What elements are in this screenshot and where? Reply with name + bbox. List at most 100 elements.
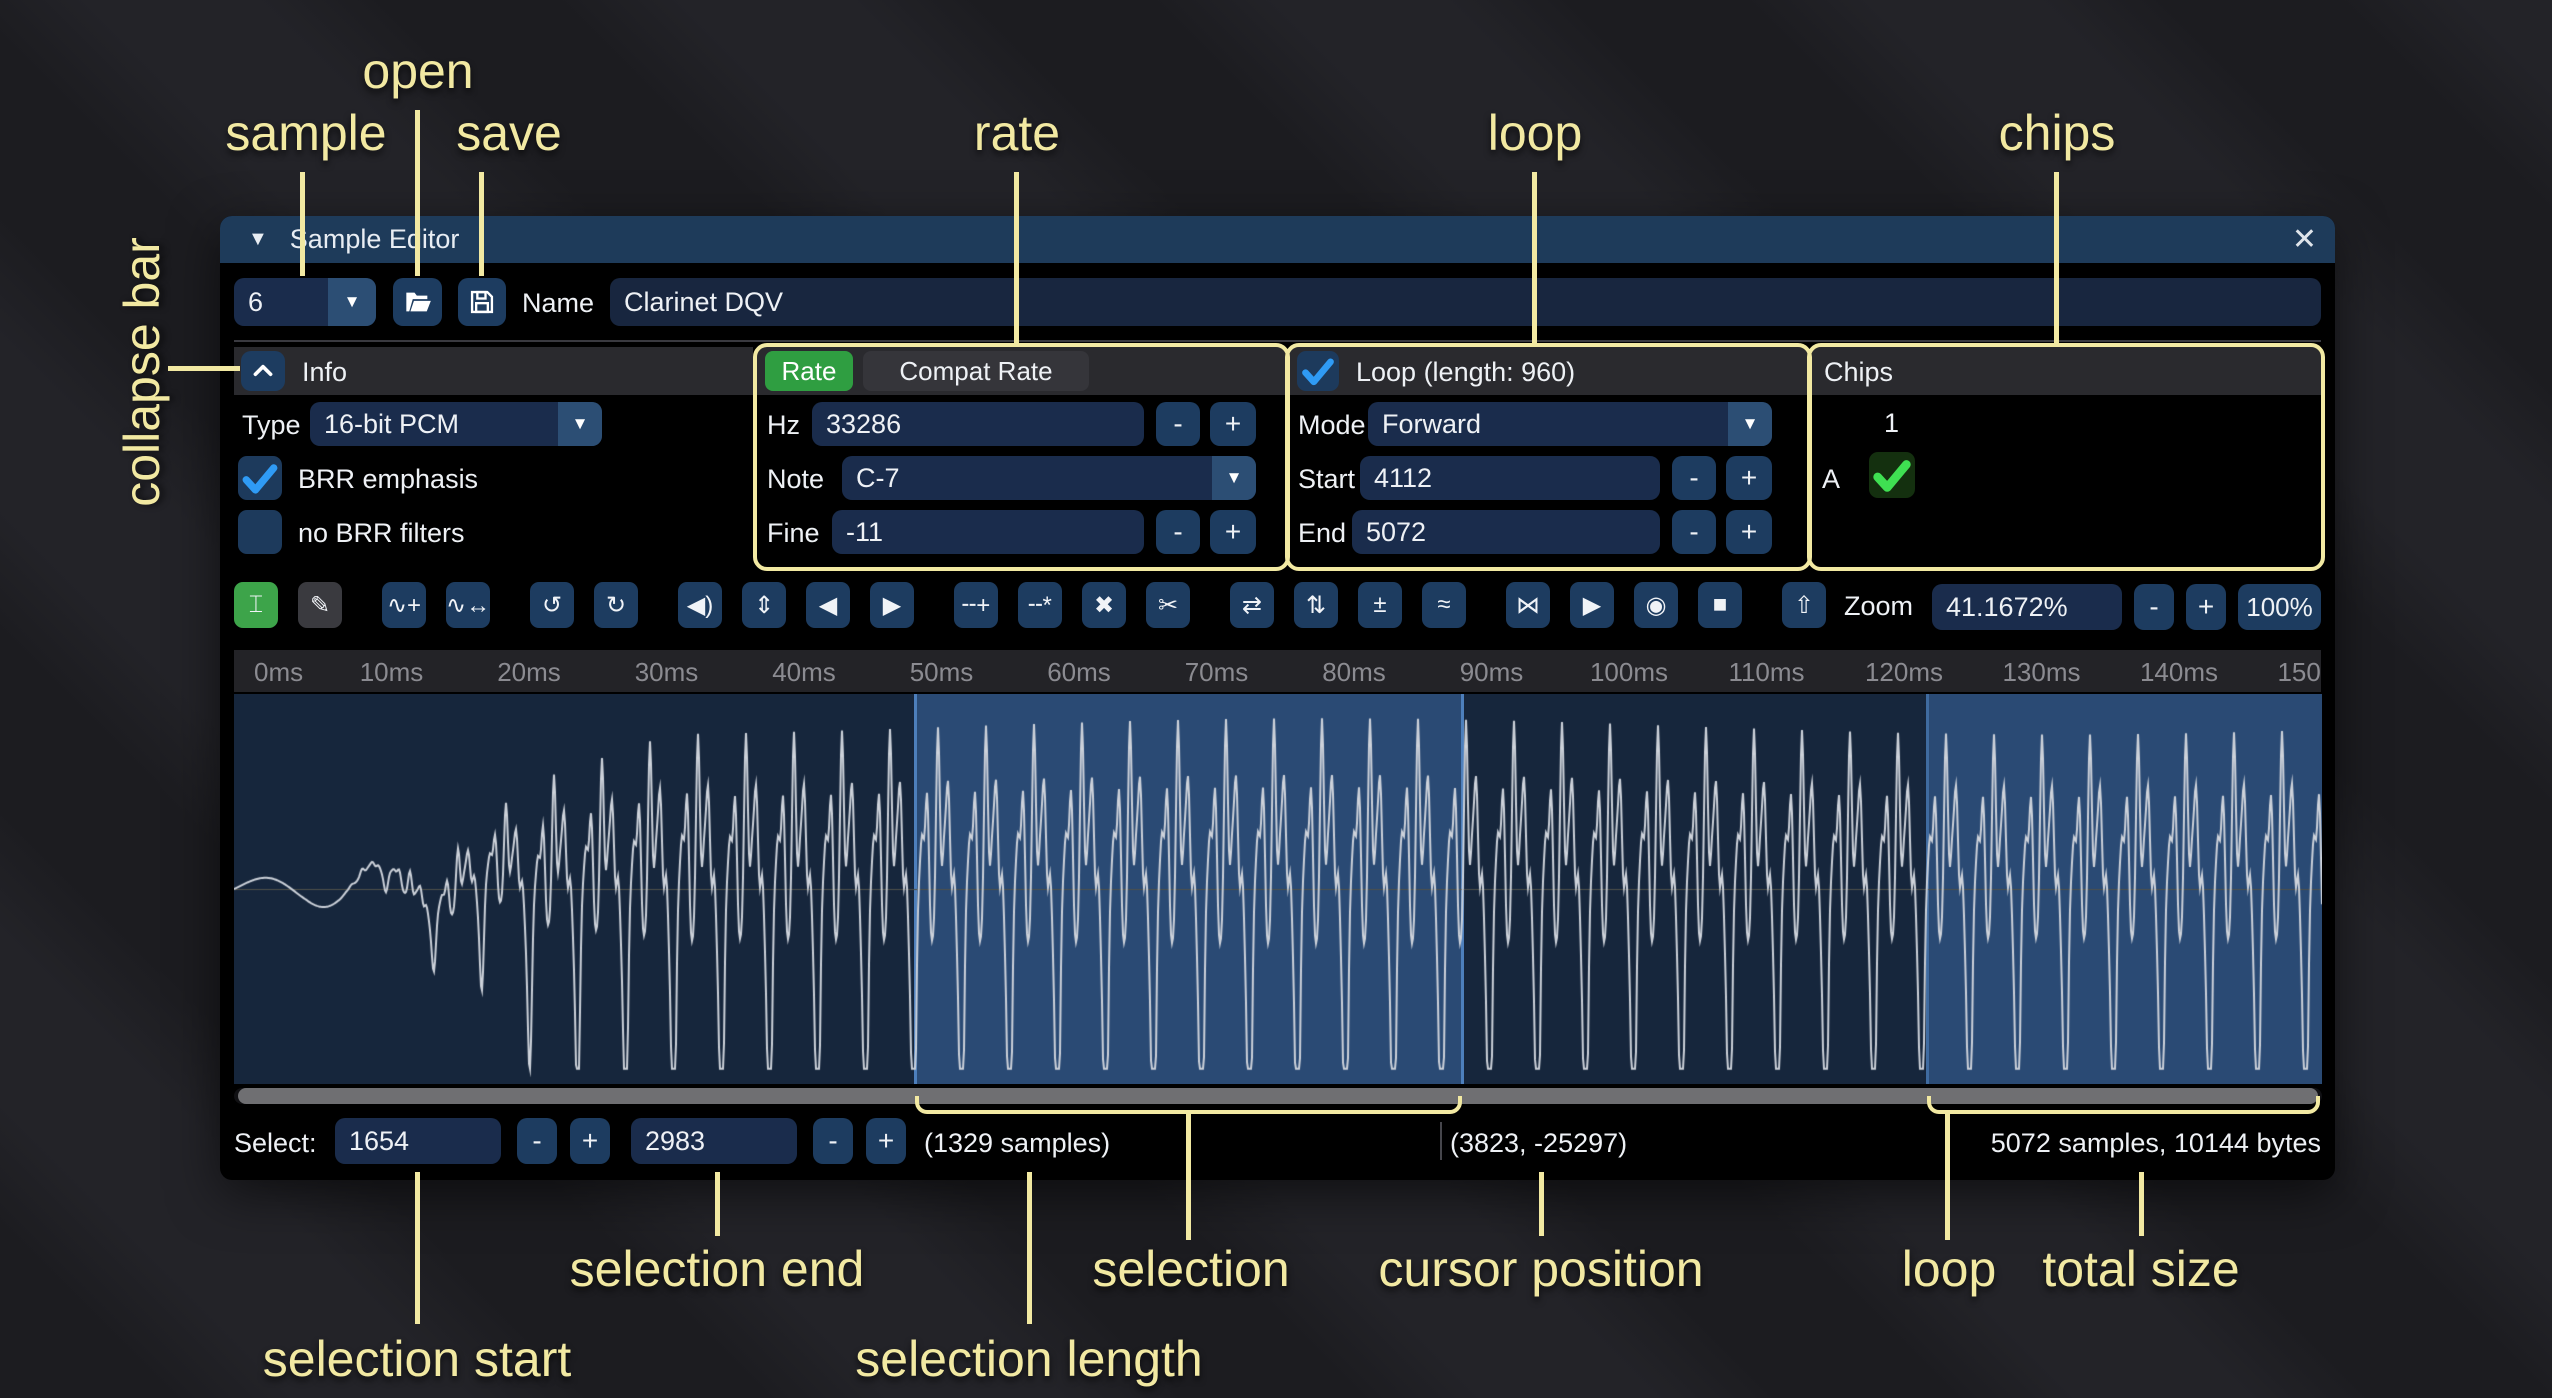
annotation-open: open	[362, 42, 473, 100]
annotation-selection-end: selection end	[570, 1240, 865, 1298]
titlebar[interactable]: ▼ Sample Editor	[220, 216, 2335, 263]
no-brr-filters-checkbox[interactable]	[238, 510, 282, 554]
trim-button[interactable]: ✂	[1146, 582, 1190, 628]
preview-loop-button[interactable]: ◉	[1634, 582, 1678, 628]
window-collapse-icon[interactable]: ▼	[248, 228, 268, 251]
fade-in-button[interactable]: ◀	[806, 582, 850, 628]
annotation-line-sample	[300, 172, 305, 276]
select-label: Select:	[234, 1128, 317, 1159]
annotation-line-loop-top	[1532, 172, 1537, 344]
hz-minus-button[interactable]: -	[1156, 402, 1200, 446]
timeline-label: 40ms	[772, 657, 836, 688]
zoom-label: Zoom	[1844, 591, 1913, 622]
toolbar-icon: ■	[1713, 591, 1728, 619]
signed-unsigned-button[interactable]: ±	[1358, 582, 1402, 628]
type-select[interactable]: 16-bit PCM ▼	[310, 402, 602, 446]
open-button[interactable]	[393, 278, 442, 326]
toolbar-icon: ▶	[883, 591, 901, 620]
selection-start-input[interactable]: 1654	[335, 1118, 501, 1164]
draw-mode-button[interactable]: ✎	[298, 582, 342, 628]
chevron-down-icon[interactable]: ▼	[1728, 402, 1772, 446]
save-button[interactable]	[458, 278, 506, 326]
waveform-canvas[interactable]	[234, 694, 2322, 1084]
selection-start-plus-button[interactable]: +	[570, 1118, 610, 1164]
loop-mode-select[interactable]: Forward ▼	[1368, 402, 1772, 446]
undo-button[interactable]: ↺	[530, 582, 574, 628]
invert-button[interactable]: ⇅	[1294, 582, 1338, 628]
resample-button[interactable]: ∿↔	[446, 582, 490, 628]
separator	[234, 340, 2321, 342]
selection-start-minus-button[interactable]: -	[517, 1118, 557, 1164]
amplify-button[interactable]: ◀)	[678, 582, 722, 628]
toolbar-icon: ✎	[310, 591, 330, 620]
name-input[interactable]: Clarinet DQV	[610, 278, 2321, 326]
brr-emphasis-checkbox[interactable]	[238, 456, 282, 500]
annotation-line-collapse-bar	[168, 366, 240, 371]
cursor-position-text: (3823, -25297)	[1450, 1128, 1627, 1159]
hz-input[interactable]: 33286	[812, 402, 1144, 446]
insert-silence-button[interactable]: ╌+	[954, 582, 998, 628]
selection-end-input[interactable]: 2983	[631, 1118, 797, 1164]
redo-button[interactable]: ↻	[594, 582, 638, 628]
zoom-input[interactable]: 41.1672%	[1932, 584, 2122, 630]
chevron-down-icon[interactable]: ▼	[328, 278, 376, 326]
loop-end-minus-button[interactable]: -	[1672, 510, 1716, 554]
preview-button[interactable]: ▶	[1570, 582, 1614, 628]
mode-label: Mode	[1298, 410, 1366, 441]
apply-filter-button[interactable]: ≈	[1422, 582, 1466, 628]
rate-badge[interactable]: Rate	[765, 351, 853, 391]
resize-button[interactable]: ∿+	[382, 582, 426, 628]
toolbar-icon: ≈	[1437, 591, 1450, 619]
toolbar-icon: ↺	[542, 591, 562, 620]
chip-enable-checkbox[interactable]	[1869, 452, 1915, 498]
close-icon[interactable]: ✕	[2292, 216, 2317, 263]
loop-end-input[interactable]: 5072	[1352, 510, 1660, 554]
annotation-total-size: total size	[2042, 1240, 2239, 1298]
annotation-sample: sample	[225, 104, 386, 162]
fine-plus-button[interactable]: +	[1210, 510, 1256, 554]
reverse-button[interactable]: ⇄	[1230, 582, 1274, 628]
toolbar-icon: ✂	[1158, 591, 1178, 620]
loop-start-plus-button[interactable]: +	[1726, 456, 1772, 500]
waveform-view[interactable]	[234, 694, 2322, 1084]
name-value: Clarinet DQV	[624, 287, 783, 318]
chevron-down-icon[interactable]: ▼	[558, 402, 602, 446]
loop-start-minus-button[interactable]: -	[1672, 456, 1716, 500]
delete-button[interactable]: ✖	[1082, 582, 1126, 628]
annotation-collapse-bar: collapse bar	[113, 237, 171, 507]
timeline[interactable]: 0ms10ms20ms30ms40ms50ms60ms70ms80ms90ms1…	[234, 650, 2321, 692]
toolbar-icon: ∿↔	[446, 591, 490, 620]
stop-button[interactable]: ■	[1698, 582, 1742, 628]
toolbar-icon: ╌*	[1028, 591, 1052, 620]
zoom-out-button[interactable]: -	[2134, 584, 2174, 630]
loop-start-input[interactable]: 4112	[1360, 456, 1660, 500]
apply-silence-button[interactable]: ╌*	[1018, 582, 1062, 628]
import-button[interactable]: ⇧	[1782, 582, 1826, 628]
selection-end-minus-button[interactable]: -	[813, 1118, 853, 1164]
zoom-reset-button[interactable]: 100%	[2238, 584, 2321, 630]
loop-enable-checkbox[interactable]	[1297, 351, 1339, 391]
toolbar-icon: ⋈	[1516, 591, 1540, 620]
fine-input[interactable]: -11	[832, 510, 1144, 554]
fine-minus-button[interactable]: -	[1156, 510, 1200, 554]
select-mode-button[interactable]: ⌶	[234, 582, 278, 628]
sample-editor-window: ▼ Sample Editor ✕ 6 ▼ Name Clarinet DQV	[220, 216, 2335, 1180]
hz-plus-button[interactable]: +	[1210, 402, 1256, 446]
crossfade-button[interactable]: ⋈	[1506, 582, 1550, 628]
selection-end-value: 2983	[645, 1126, 705, 1157]
sample-selector[interactable]: 6 ▼	[234, 278, 376, 326]
rate-tab-compat[interactable]: Compat Rate	[863, 351, 1089, 391]
loop-mode-value: Forward	[1382, 409, 1481, 440]
timeline-label: 70ms	[1185, 657, 1249, 688]
loop-end-plus-button[interactable]: +	[1726, 510, 1772, 554]
fade-out-button[interactable]: ▶	[870, 582, 914, 628]
chips-panel-title: Chips	[1824, 357, 1893, 388]
note-select[interactable]: C-7 ▼	[842, 456, 1256, 500]
timeline-label: 110ms	[1728, 657, 1804, 688]
zoom-in-button[interactable]: +	[2186, 584, 2226, 630]
chevron-down-icon[interactable]: ▼	[1212, 456, 1256, 500]
selection-end-plus-button[interactable]: +	[866, 1118, 906, 1164]
type-label: Type	[242, 410, 301, 441]
info-collapse-button[interactable]	[241, 351, 285, 391]
normalize-button[interactable]: ⇕	[742, 582, 786, 628]
